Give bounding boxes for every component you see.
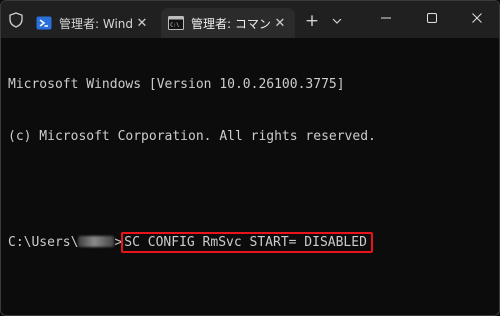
highlighted-command: SC CONFIG RmSvc START= DISABLED xyxy=(121,232,373,254)
maximize-icon xyxy=(427,13,437,23)
minimize-button[interactable] xyxy=(363,1,409,35)
prompt-path: C:\Users\ xyxy=(8,235,79,251)
close-button[interactable] xyxy=(454,1,499,35)
command-text: SC CONFIG RmSvc START= DISABLED xyxy=(124,235,367,251)
svg-text:C:\: C:\ xyxy=(170,23,179,29)
title-bar: 管理者: Windows PowerShell ✕ C:\ 管理者: コマンド … xyxy=(1,1,499,38)
output-line: Microsoft Windows [Version 10.0.26100.37… xyxy=(8,76,345,92)
terminal-output[interactable]: Microsoft Windows [Version 10.0.26100.37… xyxy=(8,41,493,285)
redacted-username xyxy=(78,236,115,248)
tab-dropdown-button[interactable] xyxy=(327,10,347,32)
powershell-icon xyxy=(36,16,52,30)
output-line: (c) Microsoft Corporation. All rights re… xyxy=(8,129,376,145)
tab-powershell[interactable]: 管理者: Windows PowerShell ✕ xyxy=(29,8,157,38)
terminal-window: 管理者: Windows PowerShell ✕ C:\ 管理者: コマンド … xyxy=(0,0,500,316)
maximize-button[interactable] xyxy=(409,1,455,35)
close-tab-icon[interactable]: ✕ xyxy=(133,16,151,31)
prompt-line: C:\Users\ > SC CONFIG RmSvc START= DISABLE… xyxy=(8,232,493,254)
cmd-icon: C:\ xyxy=(168,16,184,30)
close-icon xyxy=(472,13,482,23)
minimize-icon xyxy=(381,17,391,19)
close-tab-icon[interactable]: ✕ xyxy=(271,16,289,31)
chevron-down-icon xyxy=(332,18,342,24)
plus-icon: + xyxy=(304,11,320,31)
tab-label: 管理者: Windows PowerShell xyxy=(59,16,133,31)
tab-command-prompt[interactable]: C:\ 管理者: コマンド プロンプト ✕ xyxy=(161,8,295,38)
new-tab-button[interactable]: + xyxy=(301,10,323,32)
shield-icon xyxy=(6,10,26,30)
tab-label: 管理者: コマンド プロンプト xyxy=(191,16,271,31)
